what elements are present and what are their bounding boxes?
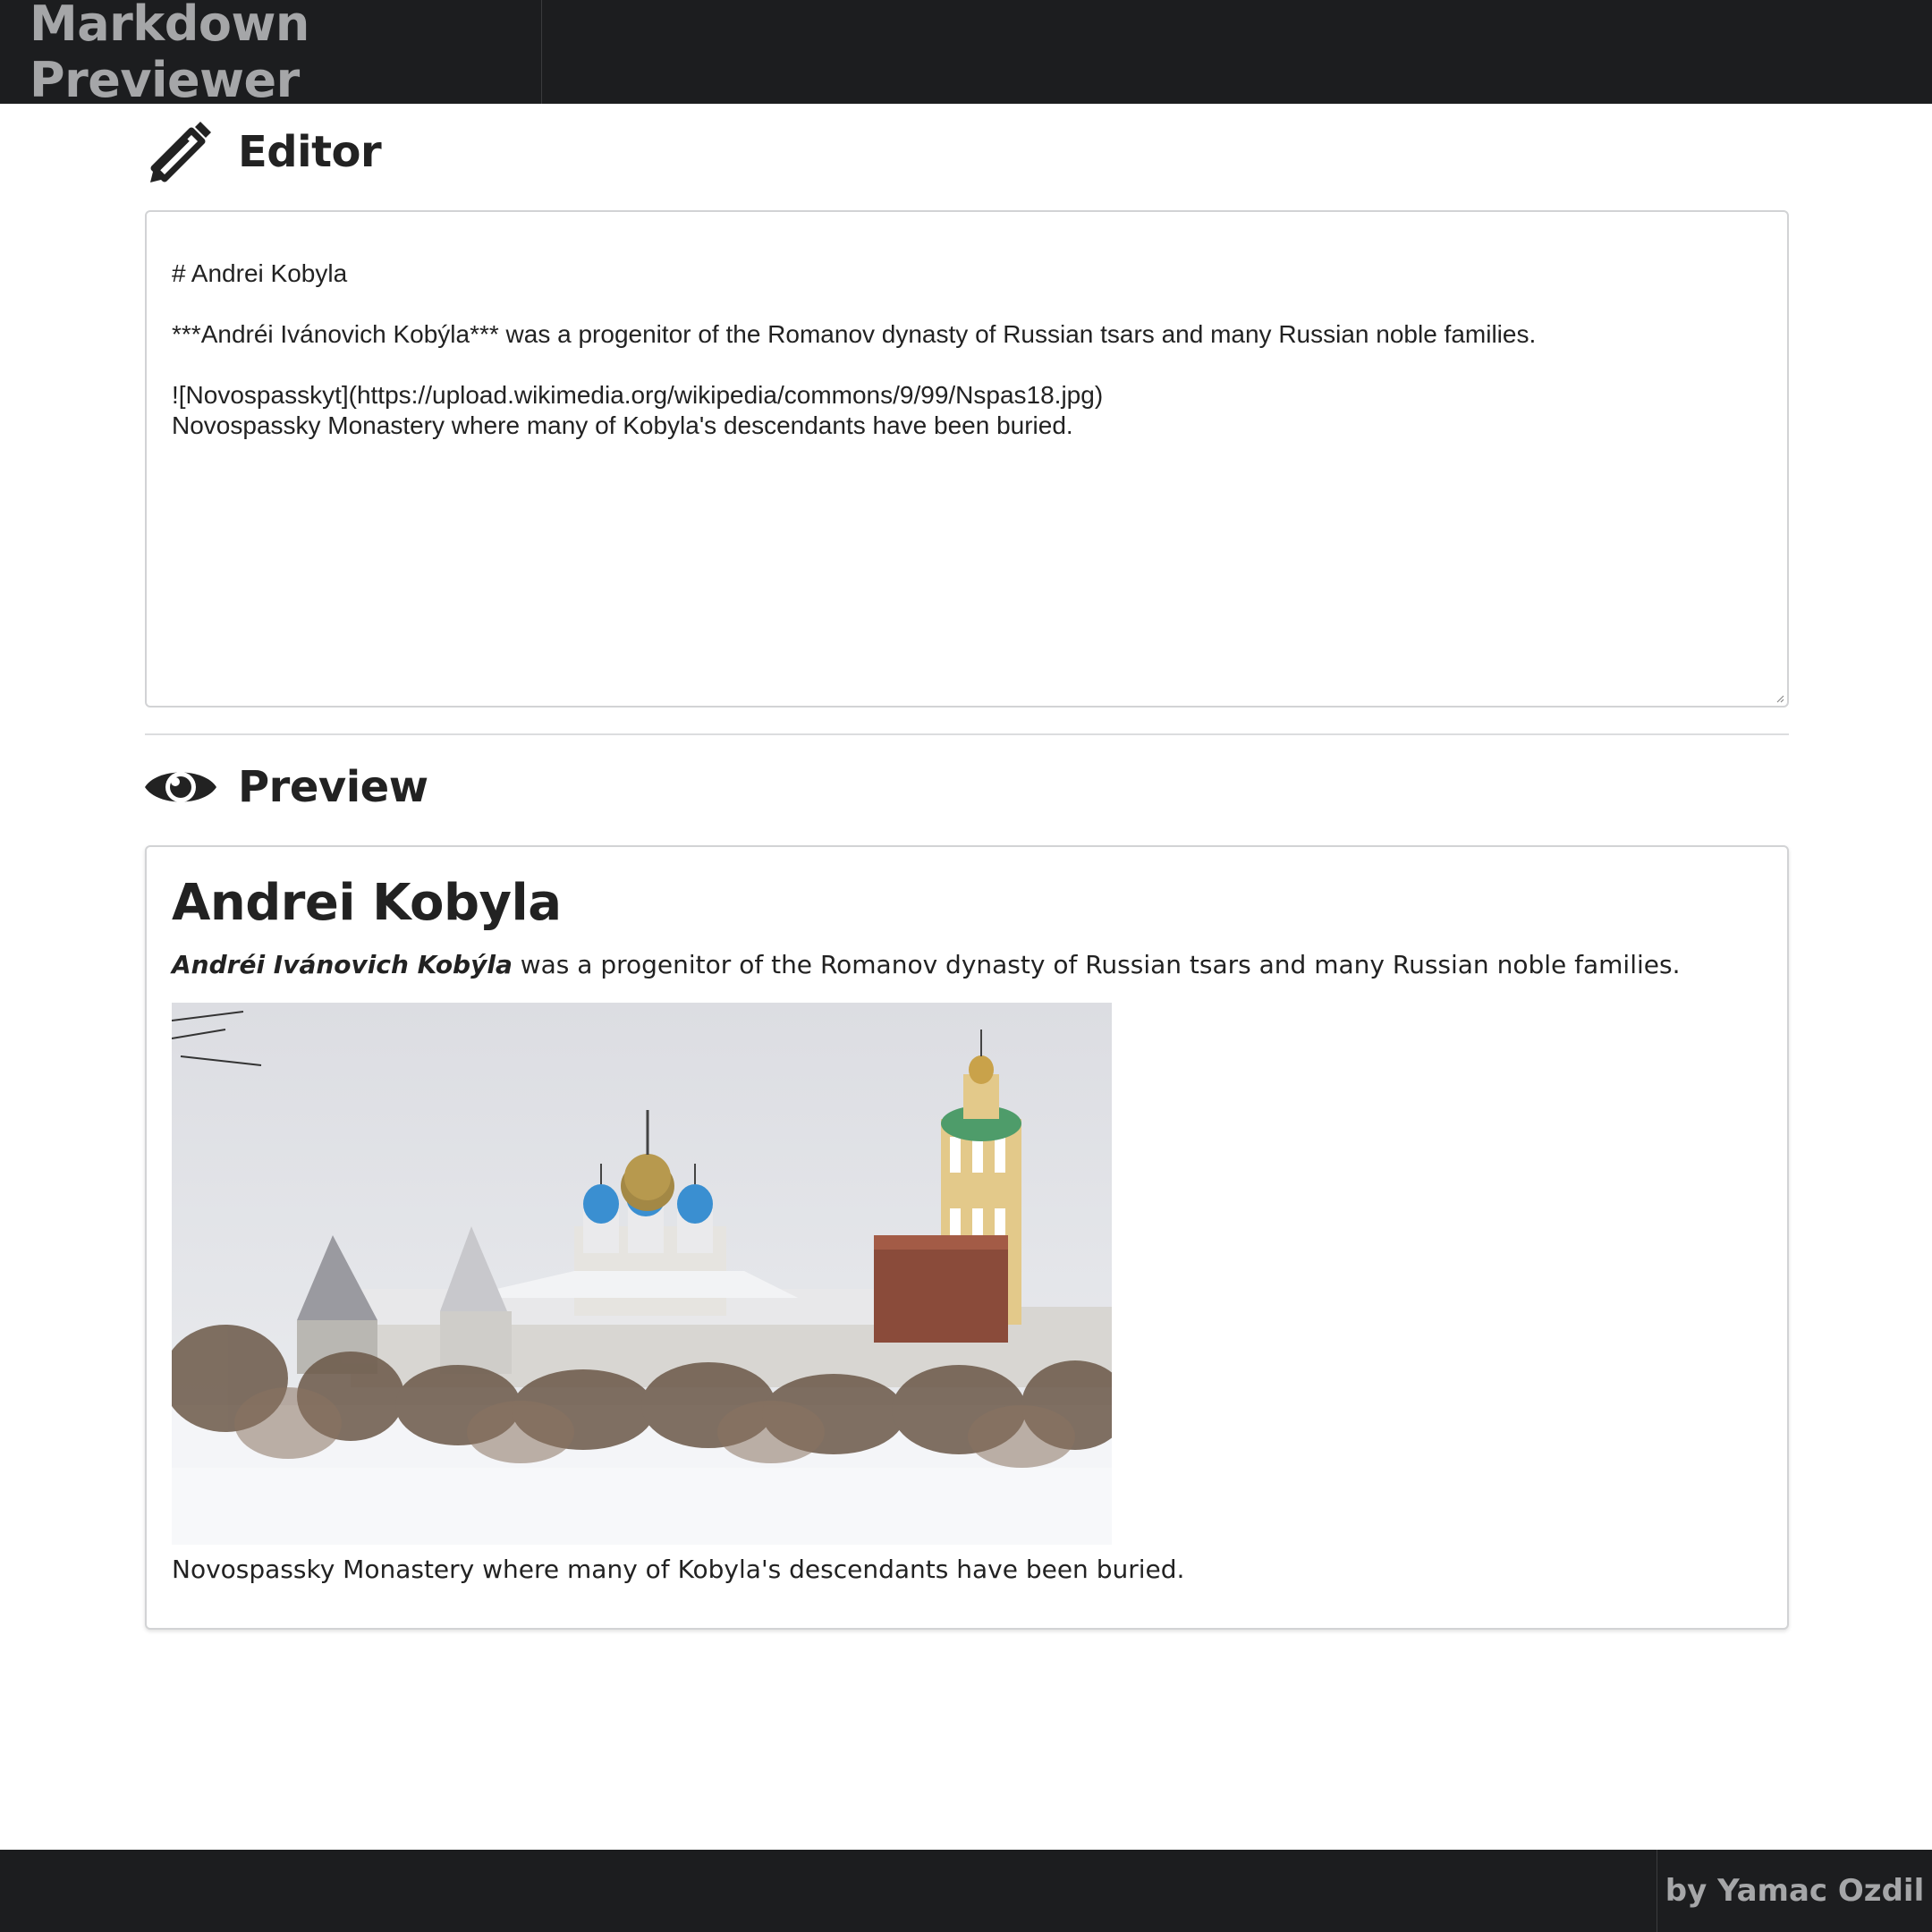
resize-handle-icon[interactable] bbox=[1774, 692, 1784, 703]
editor-container bbox=[145, 210, 1789, 708]
editor-header: Editor bbox=[145, 116, 382, 188]
preview-heading: Andrei Kobyla bbox=[172, 874, 562, 932]
editor-title: Editor bbox=[238, 127, 382, 177]
preview-paragraph: Andréi Ivánovich Kobýla was a progenitor… bbox=[172, 949, 1762, 981]
pencil-icon bbox=[150, 122, 211, 182]
preview-header: Preview bbox=[145, 751, 428, 823]
app-title: Markdown Previewer bbox=[0, 0, 542, 108]
preview-title: Preview bbox=[238, 762, 428, 812]
author-credit: by Yamac Ozdil bbox=[1657, 1850, 1932, 1932]
eye-icon bbox=[145, 772, 216, 802]
monastery-image bbox=[172, 1003, 1112, 1545]
footer: by Yamac Ozdil bbox=[0, 1850, 1932, 1932]
section-divider bbox=[145, 733, 1789, 735]
preview-paragraph-text: was a progenitor of the Romanov dynasty … bbox=[512, 950, 1681, 979]
preview-container: Andrei Kobyla Andréi Ivánovich Kobýla wa… bbox=[145, 845, 1789, 1630]
preview-bold-italic-name: Andréi Ivánovich Kobýla bbox=[172, 950, 513, 979]
top-navbar: Markdown Previewer bbox=[0, 0, 1932, 108]
image-caption: Novospassky Monastery where many of Koby… bbox=[172, 1555, 1185, 1584]
markdown-editor-input[interactable] bbox=[147, 212, 1787, 706]
